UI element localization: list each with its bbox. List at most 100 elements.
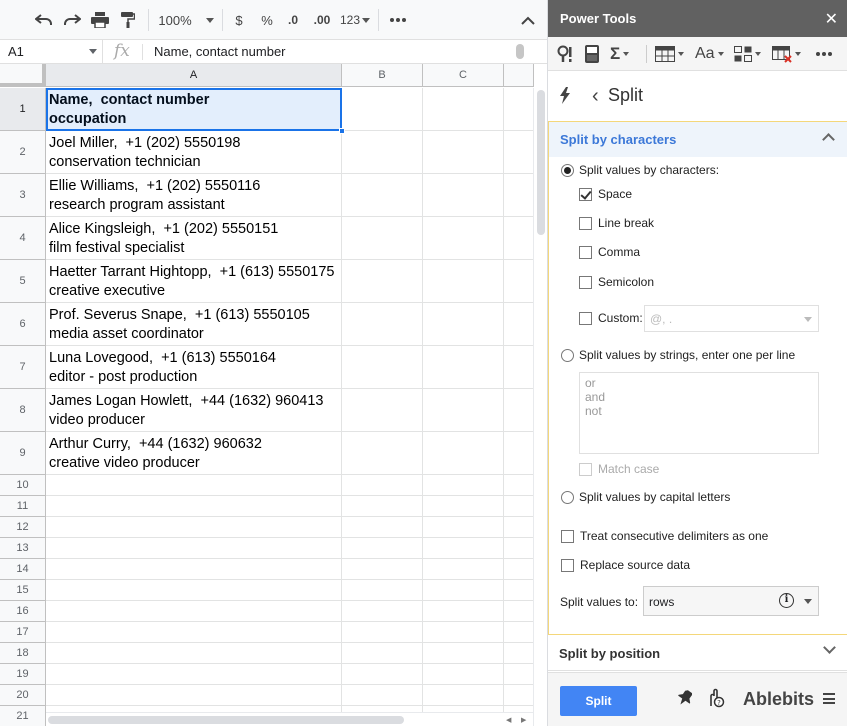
more-icon[interactable] (816, 44, 832, 64)
section-header[interactable]: Split by characters (549, 122, 847, 157)
table-cell[interactable]: Luna Lovegood, +1 (613) 5550164 editor -… (46, 346, 342, 389)
row-header[interactable]: 17 (0, 622, 46, 643)
scroll-left-icon[interactable]: ◀ (506, 716, 511, 724)
empty-cell[interactable] (504, 475, 534, 496)
empty-cell[interactable] (46, 685, 342, 706)
strings-textarea[interactable]: or and not (579, 372, 819, 454)
empty-cell[interactable] (342, 475, 423, 496)
empty-cell[interactable] (46, 517, 342, 538)
row-header[interactable]: 10 (0, 475, 46, 496)
empty-cell[interactable] (504, 538, 534, 559)
radio-icon[interactable] (561, 348, 574, 362)
empty-cell[interactable] (342, 538, 423, 559)
empty-cell[interactable] (504, 601, 534, 622)
empty-cell[interactable] (342, 174, 423, 217)
empty-cell[interactable] (504, 260, 534, 303)
empty-cell[interactable] (423, 389, 504, 432)
empty-cell[interactable] (46, 622, 342, 643)
table-cell[interactable]: Haetter Tarrant Hightopp, +1 (613) 55501… (46, 260, 342, 303)
empty-cell[interactable] (46, 643, 342, 664)
empty-cell[interactable] (504, 174, 534, 217)
info-icon[interactable]: i (779, 593, 794, 608)
checkbox-checked-icon[interactable] (579, 187, 592, 201)
column-header-a[interactable]: A (46, 64, 342, 87)
empty-cell[interactable] (504, 517, 534, 538)
formula-input[interactable]: Name, contact number (154, 44, 286, 59)
chevron-up-icon[interactable] (822, 133, 835, 146)
empty-cell[interactable] (342, 559, 423, 580)
close-icon[interactable]: ✕ (825, 9, 838, 29)
checkbox-comma[interactable]: Comma (579, 245, 640, 259)
empty-cell[interactable] (423, 260, 504, 303)
empty-cell[interactable] (423, 664, 504, 685)
fill-handle[interactable] (339, 128, 345, 134)
table-cell[interactable]: Alice Kingsleigh, +1 (202) 5550151 film … (46, 217, 342, 260)
empty-cell[interactable] (423, 475, 504, 496)
checkbox-icon[interactable] (579, 245, 592, 259)
checkbox-space[interactable]: Space (579, 187, 632, 201)
table-cell[interactable]: Joel Miller, +1 (202) 5550198 conservati… (46, 131, 342, 174)
checkbox-icon[interactable] (579, 216, 592, 230)
empty-cell[interactable] (342, 432, 423, 475)
empty-cell[interactable] (342, 496, 423, 517)
empty-cell[interactable] (423, 131, 504, 174)
collapse-toolbar-icon[interactable] (517, 8, 539, 32)
empty-cell[interactable] (342, 517, 423, 538)
text-tool-icon[interactable]: Aa (695, 44, 724, 64)
checkbox-line-break[interactable]: Line break (579, 216, 654, 230)
redo-icon[interactable] (60, 8, 84, 32)
table-tool-icon[interactable] (655, 44, 684, 64)
empty-cell[interactable] (504, 217, 534, 260)
row-header[interactable]: 18 (0, 643, 46, 664)
empty-cell[interactable] (504, 664, 534, 685)
empty-cell[interactable] (342, 389, 423, 432)
checkbox-icon[interactable] (579, 275, 592, 289)
empty-cell[interactable] (342, 580, 423, 601)
chevron-down-icon[interactable] (823, 641, 836, 654)
empty-cell[interactable] (46, 538, 342, 559)
row-header[interactable]: 14 (0, 559, 46, 580)
empty-cell[interactable] (423, 88, 504, 131)
empty-cell[interactable] (423, 432, 504, 475)
empty-cell[interactable] (423, 346, 504, 389)
increase-decimals-button[interactable]: .00 (310, 8, 334, 32)
empty-cell[interactable] (423, 685, 504, 706)
checkbox-icon[interactable] (579, 311, 592, 325)
column-header-b[interactable]: B (342, 64, 423, 87)
empty-cell[interactable] (423, 538, 504, 559)
checkbox-match-case[interactable]: Match case (579, 462, 659, 476)
row-header[interactable]: 2 (0, 131, 46, 174)
clear-tool-icon[interactable] (584, 44, 600, 64)
remove-tool-icon[interactable] (772, 44, 801, 64)
undo-icon[interactable] (32, 8, 56, 32)
split-by-position-section[interactable]: Split by position (548, 635, 847, 671)
bolt-icon[interactable] (559, 87, 571, 107)
empty-cell[interactable] (504, 580, 534, 601)
empty-cell[interactable] (423, 601, 504, 622)
empty-cell[interactable] (46, 475, 342, 496)
percent-button[interactable]: % (257, 8, 277, 32)
currency-button[interactable]: $ (229, 8, 249, 32)
horizontal-scrollbar[interactable]: ◀ ▶ (46, 712, 533, 726)
row-header[interactable]: 4 (0, 217, 46, 260)
radio-split-by-capitals[interactable]: Split values by capital letters (561, 490, 730, 504)
radio-selected-icon[interactable] (561, 163, 574, 177)
zoom-select[interactable]: 100% (155, 8, 217, 32)
select-all-corner[interactable] (0, 64, 46, 87)
menu-icon[interactable] (823, 693, 835, 704)
name-box[interactable]: A1 (0, 40, 103, 63)
empty-cell[interactable] (504, 303, 534, 346)
checkbox-consecutive-delimiters[interactable]: Treat consecutive delimiters as one (561, 529, 768, 543)
empty-cell[interactable] (342, 685, 423, 706)
formula-tool-icon[interactable]: Σ (610, 44, 630, 64)
empty-cell[interactable] (342, 346, 423, 389)
chevron-down-icon[interactable] (804, 599, 812, 604)
formula-scrollbar[interactable] (516, 44, 524, 59)
table-cell[interactable]: Name, contact number occupation (46, 88, 342, 131)
search-tool-icon[interactable] (557, 44, 575, 64)
row-header[interactable]: 3 (0, 174, 46, 217)
empty-cell[interactable] (342, 601, 423, 622)
empty-cell[interactable] (342, 664, 423, 685)
empty-cell[interactable] (423, 303, 504, 346)
checkbox-icon[interactable] (561, 529, 574, 543)
